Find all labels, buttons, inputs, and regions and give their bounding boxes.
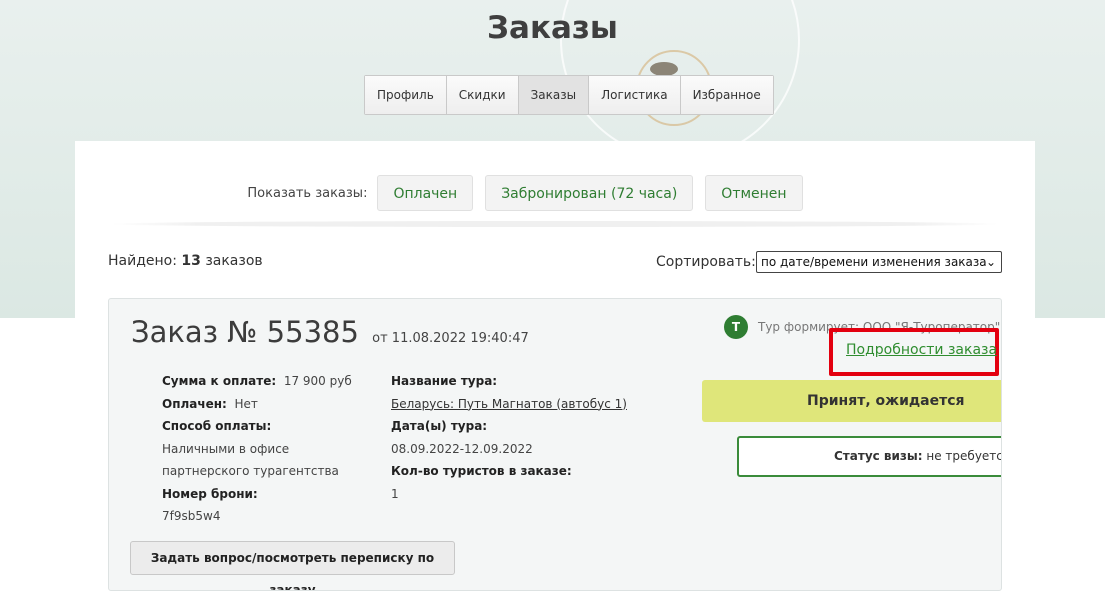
sort-selected-value: по дате/времени изменения заказа — [761, 255, 987, 269]
order-date: от 11.08.2022 19:40:47 — [372, 331, 529, 346]
operator-badge-icon: T — [724, 315, 748, 339]
logo-icon — [650, 62, 678, 76]
filter-label: Показать заказы: — [247, 185, 368, 201]
sort-label: Сортировать: — [656, 254, 756, 270]
found-count: Найдено: 13 заказов — [108, 253, 263, 269]
order-payment-info: Сумма к оплате: 17 900 руб Оплачен: Нет … — [162, 370, 362, 528]
payment-method-label: Способ оплаты: — [162, 419, 272, 433]
payment-method-value-2: партнерского турагентства — [162, 464, 339, 478]
sum-value: 17 900 руб — [283, 374, 352, 388]
visa-status-value: не требуется — [926, 449, 1002, 463]
tourists-count-value: 1 — [391, 486, 399, 501]
account-tabs: Профиль Скидки Заказы Логистика Избранно… — [364, 75, 774, 115]
tab-profile[interactable]: Профиль — [365, 76, 447, 114]
paid-value: Нет — [234, 396, 258, 411]
ask-question-button[interactable]: Задать вопрос/посмотреть переписку по за… — [130, 541, 455, 590]
order-tour-info: Название тура: Беларусь: Путь Магнатов (… — [391, 370, 681, 505]
booking-number-value: 7f9sb5w4 — [162, 509, 221, 523]
tab-discounts[interactable]: Скидки — [446, 76, 519, 114]
chevron-down-icon: ⌄ — [985, 255, 996, 269]
payment-method-value-1: Наличными в офисе — [162, 441, 290, 456]
order-filters: Показать заказы: Оплачен Забронирован (7… — [75, 175, 1035, 211]
tour-name-link[interactable]: Беларусь: Путь Магнатов (автобус 1) — [391, 397, 627, 411]
sum-row: Сумма к оплате: 17 900 руб — [162, 370, 362, 393]
found-number: 13 — [181, 253, 201, 269]
details-highlight-box: Подробности заказа — [829, 328, 999, 376]
paid-label: Оплачен: — [162, 396, 227, 411]
paid-row: Оплачен: Нет — [162, 393, 362, 416]
tab-logistics[interactable]: Логистика — [589, 76, 681, 114]
visa-status-label: Статус визы: — [834, 449, 923, 463]
orders-card: Показать заказы: Оплачен Забронирован (7… — [75, 141, 1035, 603]
tour-dates-label: Дата(ы) тура: — [391, 419, 488, 433]
booking-number-label: Номер брони: — [162, 486, 258, 501]
tourists-count-label: Кол-во туристов в заказе: — [391, 464, 572, 478]
visa-status-box: Статус визы: не требуется — [737, 436, 1002, 477]
found-suffix: заказов — [205, 253, 263, 269]
sort-select[interactable]: по дате/времени изменения заказа ⌄ — [756, 251, 1002, 273]
order-card: Заказ № 55385 от 11.08.2022 19:40:47 Сум… — [108, 298, 1002, 591]
tour-dates-value: 08.09.2022-12.09.2022 — [391, 441, 533, 456]
sum-label: Сумма к оплате: — [162, 374, 277, 388]
divider — [109, 221, 1001, 227]
page-title: Заказы — [487, 10, 618, 46]
order-status-badge: Принят, ожидается оплата — [702, 380, 1001, 451]
filter-paid-button[interactable]: Оплачен — [377, 175, 474, 211]
order-details-link[interactable]: Подробности заказа — [846, 342, 997, 358]
order-number: Заказ № 55385 — [131, 315, 359, 349]
order-header: Заказ № 55385 от 11.08.2022 19:40:47 — [131, 315, 529, 349]
tab-favorites[interactable]: Избранное — [680, 76, 773, 114]
filter-cancelled-button[interactable]: Отменен — [705, 175, 803, 211]
tab-orders[interactable]: Заказы — [518, 76, 590, 114]
found-label: Найдено: — [108, 253, 177, 269]
filter-booked-button[interactable]: Забронирован (72 часа) — [485, 175, 694, 211]
tour-name-label: Название тура: — [391, 374, 498, 388]
